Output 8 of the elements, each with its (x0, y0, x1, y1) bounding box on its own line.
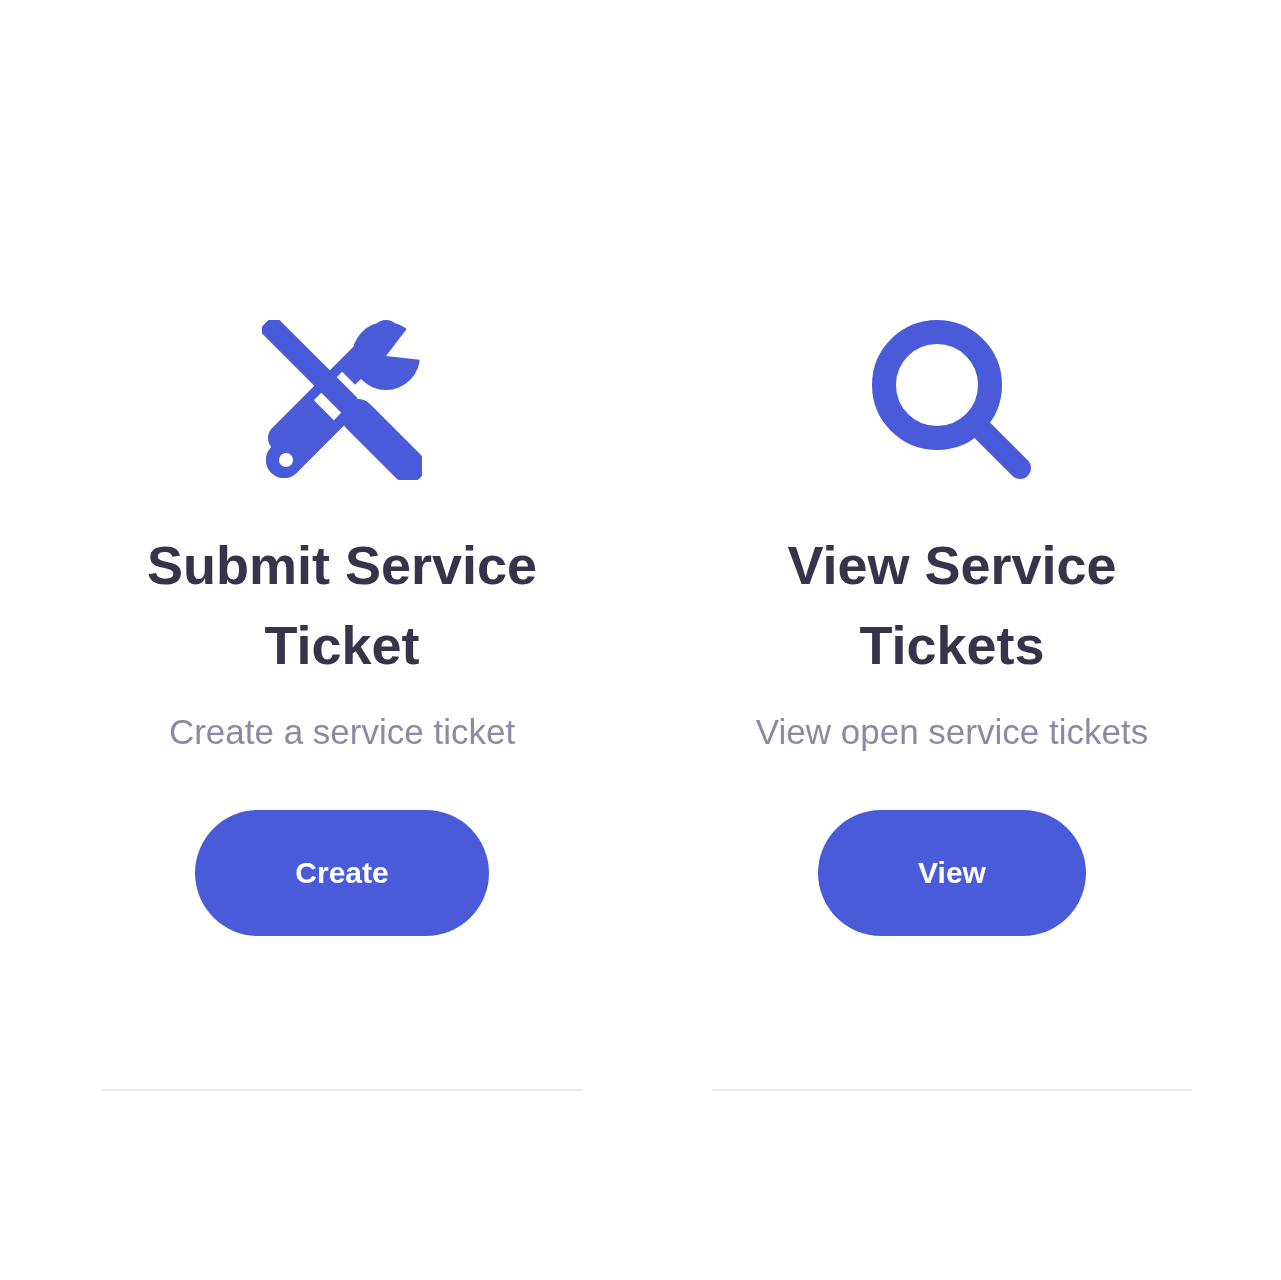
card-title: View Service Tickets (786, 534, 1118, 677)
tools-icon (262, 320, 422, 480)
card-title: Submit Service Ticket (145, 534, 539, 677)
action-button[interactable]: Create (195, 810, 489, 936)
card-description: Create a service ticket (168, 711, 516, 753)
action-button[interactable]: View (818, 810, 1086, 936)
search-icon (872, 320, 1032, 480)
card-description: View open service tickets (755, 711, 1149, 753)
